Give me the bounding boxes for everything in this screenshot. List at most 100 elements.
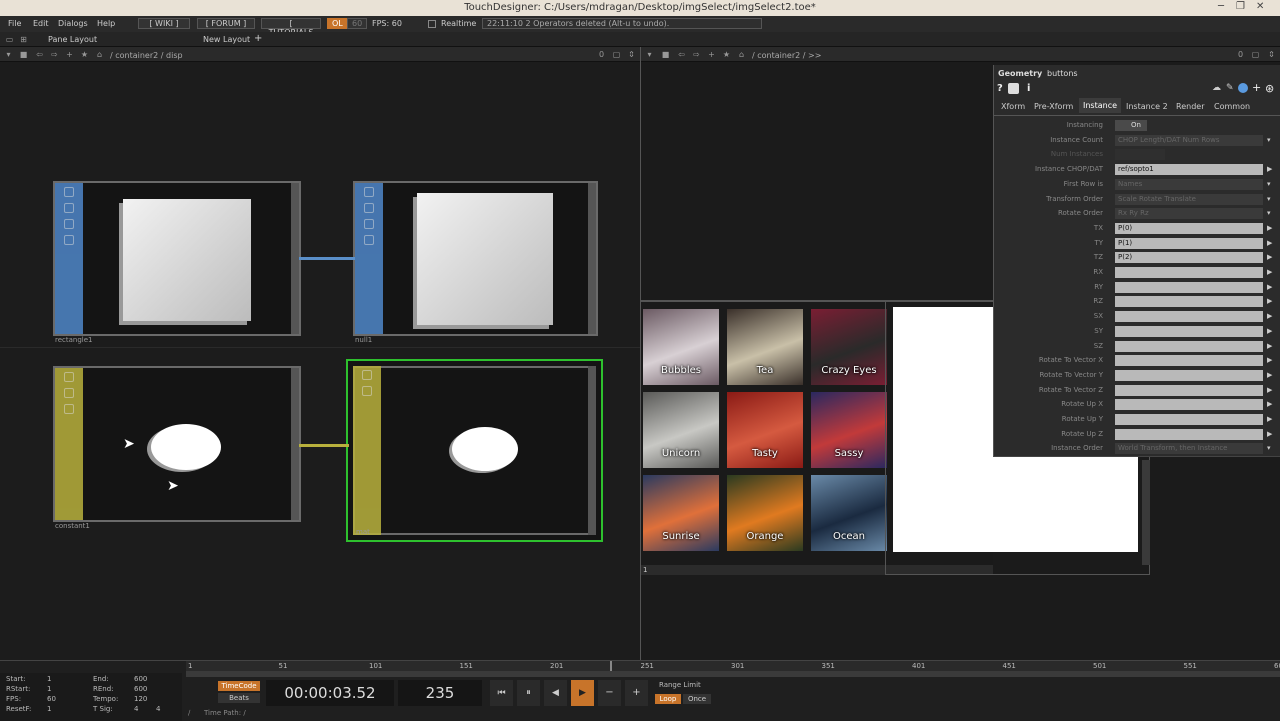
dropdown-arrow-icon[interactable]: ▾ <box>1267 136 1271 144</box>
menu-edit[interactable]: Edit <box>33 19 49 28</box>
param-field[interactable] <box>1115 149 1165 161</box>
bookmark-icon[interactable]: ★ <box>80 50 89 59</box>
tab-render[interactable]: Render <box>1176 102 1204 111</box>
add-icon[interactable]: + <box>707 50 716 59</box>
globe-icon[interactable] <box>1238 83 1248 93</box>
expand-arrow-icon[interactable]: ▶ <box>1267 312 1272 320</box>
flag-icon[interactable] <box>362 386 372 396</box>
pane-menu-icon[interactable]: ▾ <box>4 50 13 59</box>
pane-menu-icon[interactable]: ▾ <box>645 50 654 59</box>
once-toggle[interactable]: Once <box>683 694 711 704</box>
rewind-button[interactable]: ⏮ <box>490 680 513 706</box>
time-ruler[interactable]: 151101151201251301351401451501551600 <box>186 661 1280 671</box>
image-tile-ocean[interactable]: Ocean <box>811 475 887 551</box>
resetf-value[interactable]: 1 <box>47 705 51 713</box>
network-path[interactable]: / container2 / disp <box>110 51 183 60</box>
param-field[interactable] <box>1115 325 1263 337</box>
node-viewer-handle[interactable] <box>291 368 299 520</box>
image-tile-orange[interactable]: Orange <box>727 475 803 551</box>
back-icon[interactable]: ⇦ <box>35 50 44 59</box>
flag-icon[interactable] <box>64 404 74 414</box>
param-field[interactable]: World Transform, then Instance <box>1115 443 1263 455</box>
expand-arrow-icon[interactable]: ▶ <box>1267 283 1272 291</box>
tab-instance-2[interactable]: Instance 2 <box>1126 102 1168 111</box>
param-field[interactable] <box>1115 384 1263 396</box>
python-icon[interactable] <box>1008 83 1019 94</box>
param-field[interactable] <box>1115 296 1263 308</box>
step-forward-button[interactable]: + <box>625 680 648 706</box>
ol-button[interactable]: OL <box>327 18 348 29</box>
param-field[interactable] <box>1115 311 1263 323</box>
play-reverse-button[interactable]: ◀ <box>544 680 567 706</box>
tab-pre-xform[interactable]: Pre-Xform <box>1034 102 1073 111</box>
image-tile-unicorn[interactable]: Unicorn <box>643 392 719 468</box>
param-field[interactable]: Scale Rotate Translate <box>1115 193 1263 205</box>
sop-wire[interactable] <box>299 257 355 260</box>
rstart-value[interactable]: 1 <box>47 685 51 693</box>
vertical-scrollbar[interactable] <box>1142 460 1150 565</box>
param-field[interactable] <box>1115 428 1263 440</box>
expand-arrow-icon[interactable]: ▶ <box>1267 224 1272 232</box>
playhead[interactable] <box>610 661 612 671</box>
node-flags-strip[interactable] <box>355 183 383 334</box>
forward-icon[interactable]: ⇨ <box>692 50 701 59</box>
tutorials-button[interactable]: [ TUTORIALS ] <box>261 18 321 46</box>
null1-node[interactable]: null1 <box>353 181 598 344</box>
zero-icon[interactable]: 0 <box>1236 50 1245 59</box>
window-icon[interactable]: ▢ <box>612 50 621 59</box>
tempo-value[interactable]: 120 <box>134 695 147 703</box>
param-field[interactable]: P(0) <box>1115 222 1263 234</box>
param-field[interactable] <box>1115 267 1263 278</box>
image-tile-tasty[interactable]: Tasty <box>727 392 803 468</box>
gear-icon[interactable]: ⊛ <box>1265 82 1274 95</box>
param-field[interactable]: P(1) <box>1115 237 1263 249</box>
param-field[interactable] <box>1115 414 1263 425</box>
beats-toggle[interactable]: Beats <box>218 693 260 703</box>
range-bar[interactable] <box>186 671 1280 677</box>
help-icon[interactable]: ? <box>997 83 1003 94</box>
tsig-value-1[interactable]: 4 <box>134 705 138 713</box>
pause-button[interactable]: ⏸ <box>517 680 540 706</box>
expand-arrow-icon[interactable]: ▶ <box>1267 253 1272 261</box>
flag-icon[interactable] <box>64 388 74 398</box>
forward-icon[interactable]: ⇨ <box>50 50 59 59</box>
new-layout-label[interactable]: New Layout <box>203 35 250 44</box>
mat-wire[interactable] <box>299 444 349 447</box>
node-flags-strip[interactable] <box>55 183 83 334</box>
expand-arrow-icon[interactable]: ▶ <box>1267 239 1272 247</box>
pane-icon[interactable]: ▭ <box>5 35 14 44</box>
expand-arrow-icon[interactable]: ▶ <box>1267 297 1272 305</box>
expand-arrow-icon[interactable]: ▶ <box>1267 268 1272 276</box>
timecode-display[interactable]: 00:00:03.52 <box>266 680 394 706</box>
dropdown-arrow-icon[interactable]: ▾ <box>1267 180 1271 188</box>
start-value[interactable]: 1 <box>47 675 51 683</box>
fps-value[interactable]: 60 <box>47 695 56 703</box>
flag-icon[interactable] <box>364 187 374 197</box>
expand-arrow-icon[interactable]: ▶ <box>1267 430 1272 438</box>
param-field[interactable]: Names <box>1115 178 1263 190</box>
frame-display[interactable]: 235 <box>398 680 482 706</box>
expand-arrow-icon[interactable]: ▶ <box>1267 415 1272 423</box>
add-icon[interactable]: + <box>65 50 74 59</box>
param-field[interactable] <box>1115 355 1263 367</box>
wiki-button[interactable]: [ WIKI ] <box>138 18 190 29</box>
menu-file[interactable]: File <box>8 19 21 28</box>
node-flags-strip[interactable] <box>353 366 381 535</box>
param-field[interactable] <box>1115 340 1263 352</box>
expand-arrow-icon[interactable]: ▶ <box>1267 165 1272 173</box>
flag-icon[interactable] <box>364 235 374 245</box>
pen-icon[interactable]: ✎ <box>1226 83 1234 93</box>
flag-icon[interactable] <box>64 219 74 229</box>
sixty-button[interactable]: 60 <box>347 18 368 29</box>
info-icon[interactable]: i <box>1027 83 1030 94</box>
param-field[interactable]: CHOP Length/DAT Num Rows <box>1115 134 1263 146</box>
minimize-button[interactable]: ─ <box>1218 1 1224 12</box>
end-value[interactable]: 600 <box>134 675 147 683</box>
pane-type-icon[interactable]: ■ <box>661 50 670 59</box>
split-pane-icon[interactable]: ⇕ <box>627 50 636 59</box>
flag-icon[interactable] <box>364 203 374 213</box>
menu-help[interactable]: Help <box>97 19 115 28</box>
pane-type-icon[interactable]: ■ <box>19 50 28 59</box>
flag-icon[interactable] <box>362 370 372 380</box>
node-viewer-handle[interactable] <box>291 183 299 334</box>
